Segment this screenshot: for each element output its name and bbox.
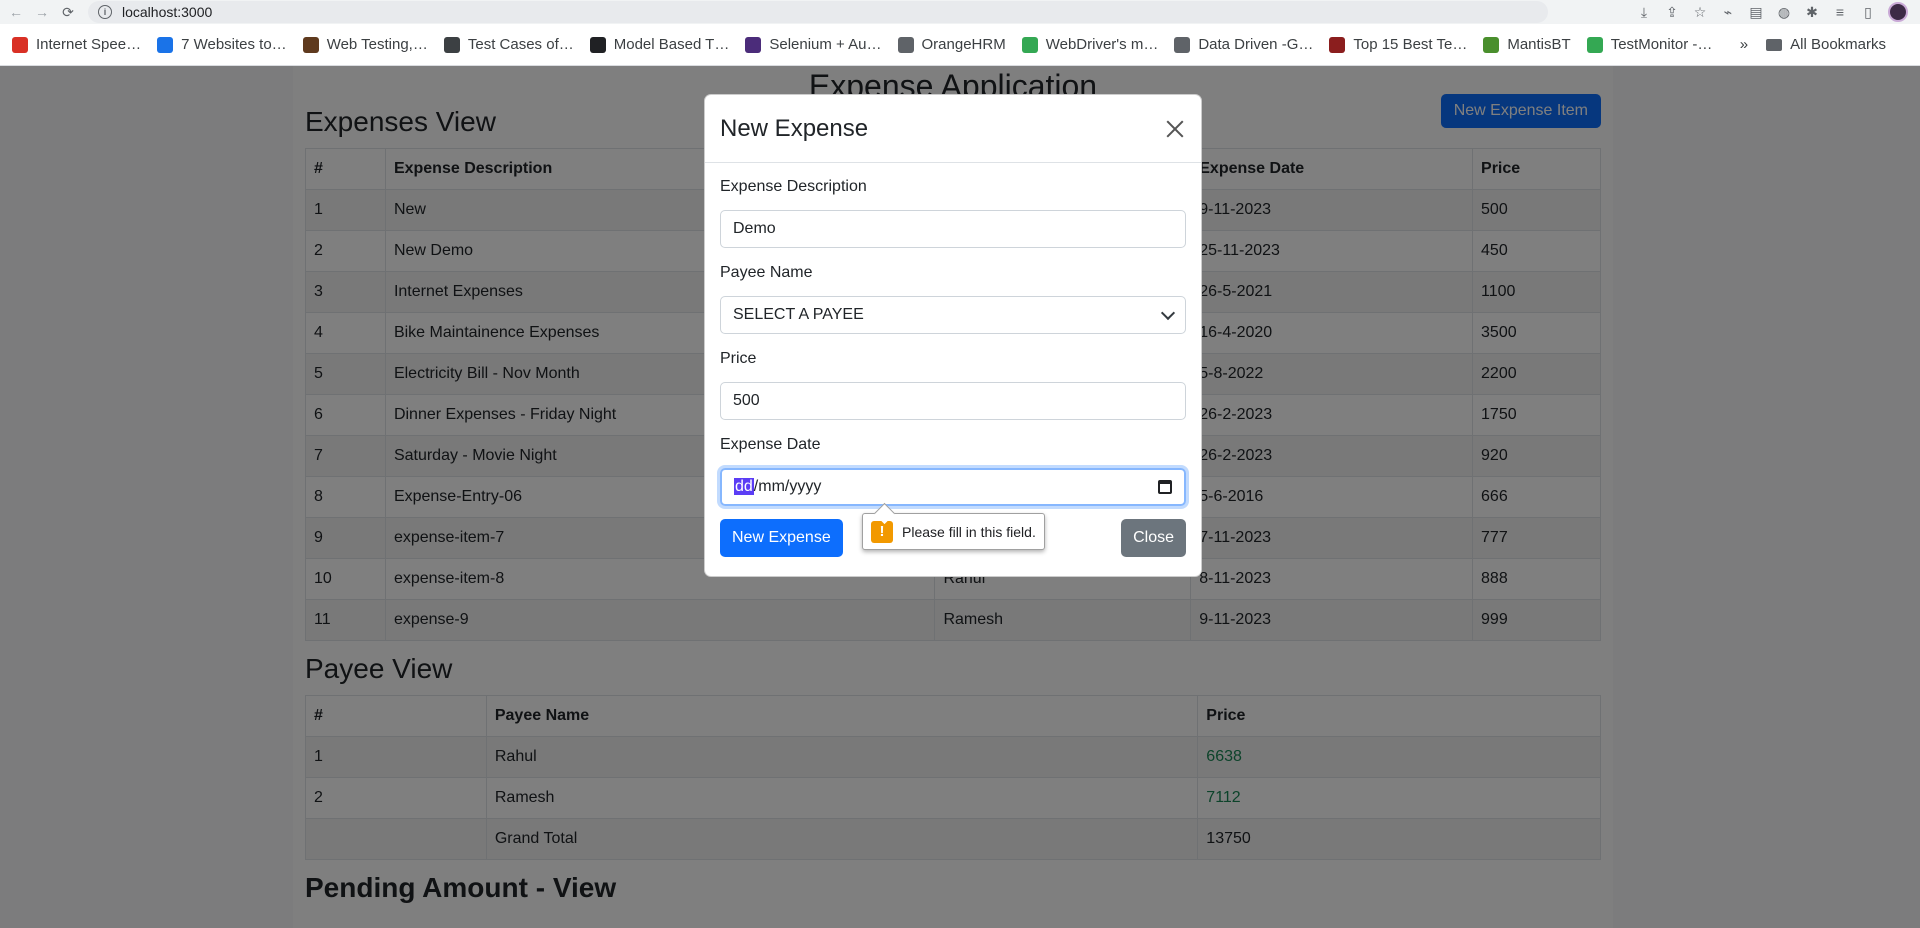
browser-toolbar: ← → ⟳ i localhost:3000 ⤓ ⇪ ☆ ⌁ ▤ ◍ ✱ ≡ ▯ [0,0,1920,24]
bookmark-favicon-icon [589,36,606,53]
date-day-segment[interactable]: dd [734,478,754,495]
extension-icon[interactable]: ⌁ [1720,4,1736,20]
description-label: Expense Description [720,178,867,195]
bookmark-favicon-icon [1021,36,1038,53]
new-expense-modal: New Expense Expense Description Demo Pay… [704,94,1202,577]
reload-icon[interactable]: ⟳ [58,2,78,22]
bookmark-favicon-icon [1329,36,1346,53]
side-panel-icon[interactable]: ▯ [1860,4,1876,20]
bookmark-favicon-icon [302,36,319,53]
forward-icon[interactable]: → [32,2,52,22]
download-icon[interactable]: ⤓ [1636,4,1652,20]
bookmark-favicon-icon [897,36,914,53]
description-input[interactable]: Demo [720,210,1186,248]
reading-list-icon[interactable]: ≡ [1832,4,1848,20]
more-bookmarks-button[interactable]: » [1740,36,1748,53]
bookmark-favicon-icon [745,36,762,53]
back-icon[interactable]: ← [6,2,26,22]
profile-avatar[interactable] [1888,2,1908,22]
chevron-down-icon [1160,305,1176,320]
bookmark-item[interactable]: Selenium + Au… [745,36,882,53]
calendar-icon[interactable] [1158,480,1172,494]
bookmark-item[interactable]: 7 Websites to… [157,36,287,53]
bookmark-item[interactable]: Model Based T… [589,36,729,53]
bookmark-item[interactable]: Test Cases of… [443,36,574,53]
payee-select[interactable]: SELECT A PAYEE [720,296,1186,334]
bookmark-favicon-icon [12,36,28,53]
site-info-icon[interactable]: i [98,5,112,19]
warning-icon: ! [871,520,893,543]
bookmark-item[interactable]: OrangeHRM [897,36,1006,53]
validation-tooltip: ! Please fill in this field. [862,513,1045,550]
folder-icon [1766,38,1783,51]
url-text: localhost:3000 [122,4,213,20]
date-label: Expense Date [720,436,821,453]
close-button[interactable]: Close [1121,519,1186,557]
star-icon[interactable]: ☆ [1692,4,1708,20]
bookmark-item[interactable]: Internet Spee… [12,36,141,53]
validation-message: Please fill in this field. [902,523,1036,540]
bookmark-item[interactable]: Web Testing,… [302,36,428,53]
price-label: Price [720,350,757,367]
bookmark-item[interactable]: Data Driven -G… [1174,36,1313,53]
share-icon[interactable]: ⇪ [1664,4,1680,20]
payee-selected-value: SELECT A PAYEE [733,306,864,323]
bookmark-favicon-icon [1586,36,1603,53]
address-bar[interactable]: i localhost:3000 [88,1,1548,23]
bookmark-favicon-icon [1483,36,1500,53]
bookmark-item[interactable]: WebDriver's m… [1021,36,1158,53]
new-expense-submit-button[interactable]: New Expense [720,519,843,557]
expense-date-input[interactable]: dd/mm/yyyy [720,468,1186,506]
modal-title: New Expense [720,114,869,142]
puzzle-icon[interactable]: ✱ [1804,4,1820,20]
bookmark-favicon-icon [157,36,174,53]
bookmark-item[interactable]: MantisBT [1483,36,1571,53]
color-extension-icon[interactable]: ◍ [1776,4,1792,20]
bookmark-favicon-icon [443,36,460,53]
bookmark-item[interactable]: TestMonitor -… [1586,36,1712,53]
bookmarks-bar: Internet Spee… 7 Websites to… Web Testing,… [0,24,1920,66]
bookmark-item[interactable]: Top 15 Best Te… [1329,36,1467,53]
all-bookmarks-button[interactable]: All Bookmarks [1766,36,1886,53]
price-input[interactable]: 500 [720,382,1186,420]
bookmark-favicon-icon [1174,36,1191,53]
note-extension-icon[interactable]: ▤ [1748,4,1764,20]
payee-label: Payee Name [720,264,813,281]
close-icon[interactable] [1164,118,1186,140]
date-rest-segment[interactable]: /mm/yyyy [754,478,822,495]
